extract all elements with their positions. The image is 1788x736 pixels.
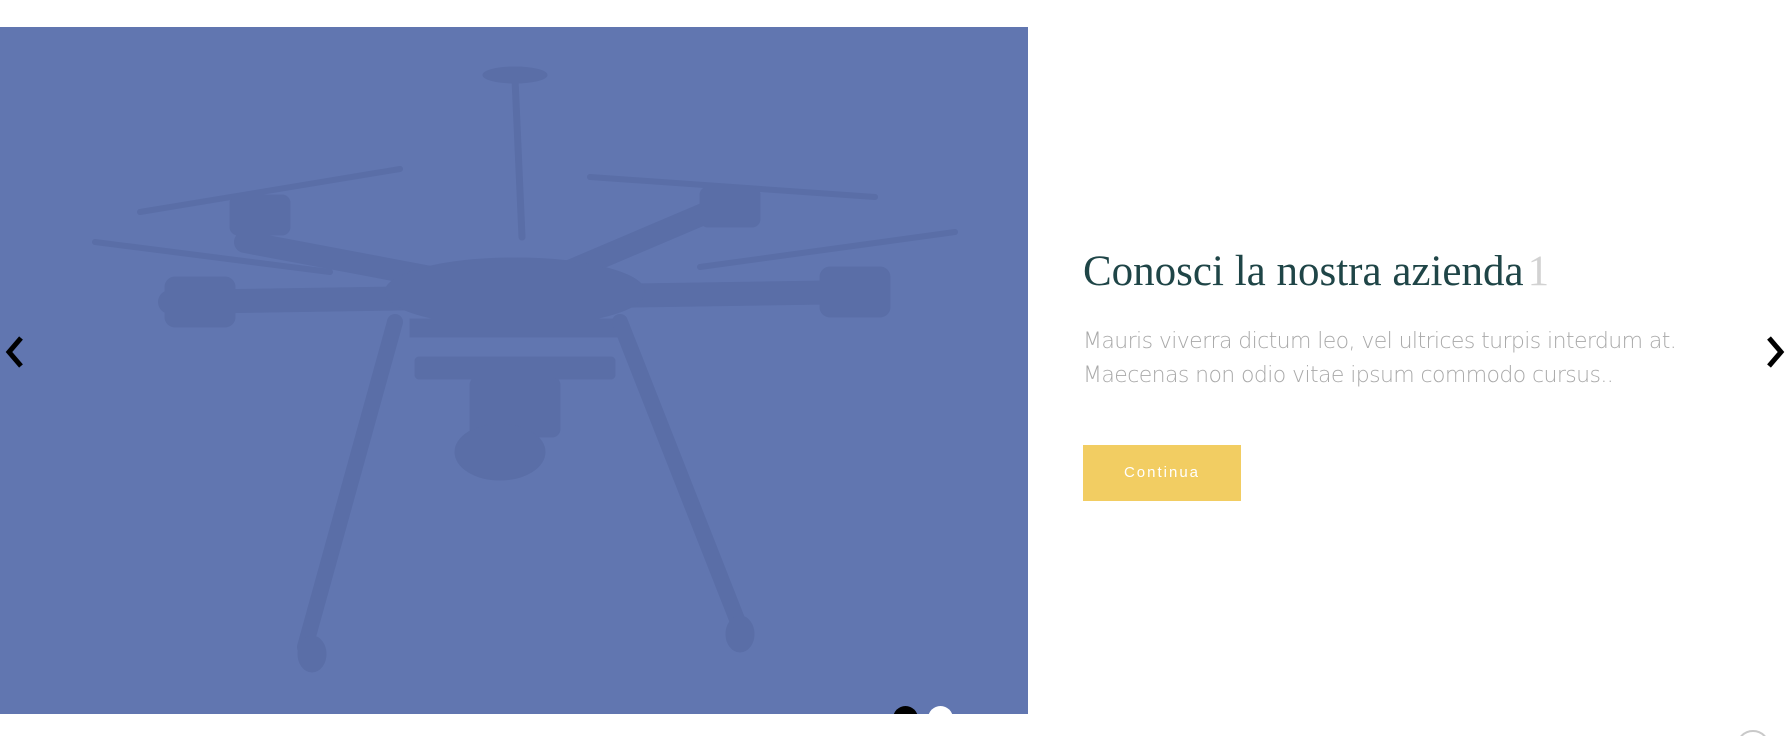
slide-image <box>0 27 1028 714</box>
next-slide-button[interactable] <box>1760 332 1788 372</box>
slide-title: Conosci la nostra azienda1 <box>1083 244 1723 300</box>
slide-description-line-1: Mauris viverra dictum leo, vel ultrices … <box>1083 329 1677 354</box>
slide-description: Mauris viverra dictum leo, vel ultrices … <box>1083 325 1723 393</box>
slide-dots <box>893 706 953 714</box>
prev-slide-button[interactable] <box>0 332 30 372</box>
slide-dot-2[interactable] <box>928 706 953 714</box>
hero-slider: Conosci la nostra azienda1 Mauris viverr… <box>0 0 1788 736</box>
slide-title-text: Conosci la nostra azienda <box>1083 248 1524 295</box>
scroll-top-icon[interactable] <box>1736 730 1770 736</box>
continue-button[interactable]: Continua <box>1083 445 1241 501</box>
slide-number: 1 <box>1527 248 1550 295</box>
drone-image <box>92 66 958 673</box>
chevron-left-icon <box>5 336 23 368</box>
chevron-right-icon <box>1767 336 1785 368</box>
slide-content: Conosci la nostra azienda1 Mauris viverr… <box>1083 244 1723 501</box>
slide-dot-1[interactable] <box>893 706 918 714</box>
slide-description-line-2: Maecenas non odio vitae ipsum commodo cu… <box>1083 363 1614 388</box>
